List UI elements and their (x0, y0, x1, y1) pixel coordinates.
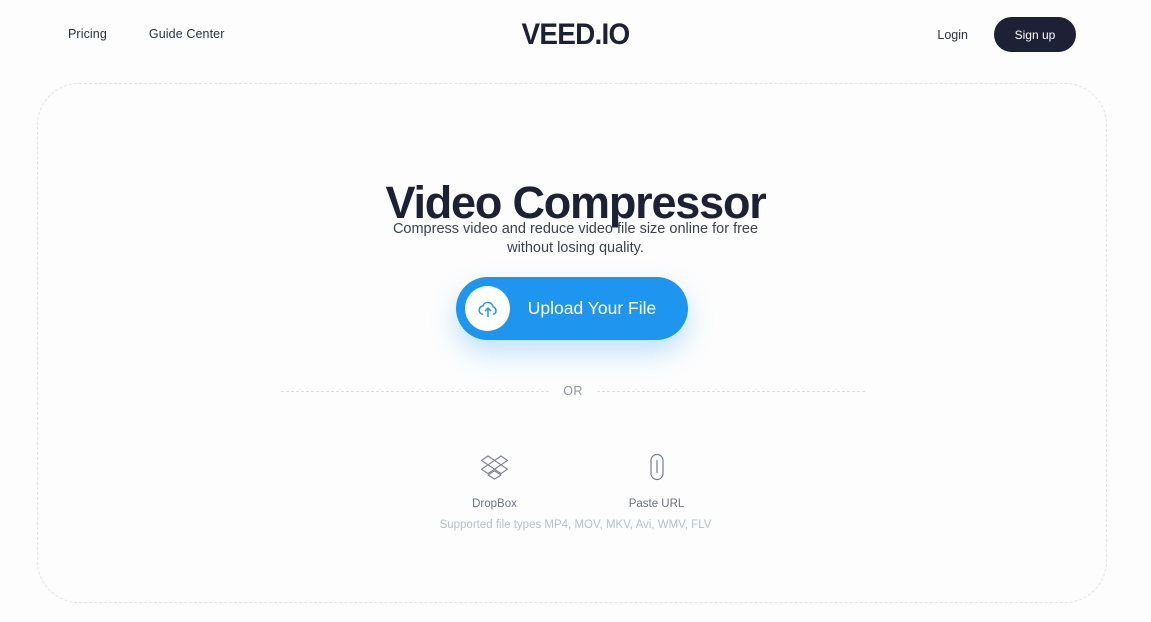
source-option-paste-url[interactable]: Paste URL (624, 450, 690, 510)
link-icon (647, 450, 667, 484)
divider-line-left (281, 390, 550, 392)
cloud-upload-icon (477, 301, 497, 317)
upload-button-label: Upload Your File (527, 298, 657, 318)
upload-icon-badge (465, 286, 510, 331)
upload-your-file-button[interactable]: Upload Your File (456, 277, 688, 340)
divider-line-right (596, 390, 865, 392)
source-option-label: DropBox (472, 498, 517, 510)
login-link[interactable]: Login (937, 28, 968, 42)
dropbox-icon (480, 450, 510, 484)
site-header: Pricing Guide Center VEED.IO Login Sign … (0, 0, 1151, 69)
divider-label: OR (563, 384, 583, 398)
alternate-source-options: DropBox Paste URL (0, 450, 1151, 510)
source-option-label: Paste URL (628, 498, 685, 510)
source-option-dropbox[interactable]: DropBox (462, 450, 528, 510)
signup-button[interactable]: Sign up (994, 17, 1076, 52)
supported-file-types: Supported file types MP4, MOV, MKV, Avi,… (439, 519, 712, 531)
account-actions: Login Sign up (937, 17, 1076, 52)
page-subtitle: Compress video and reduce video file siz… (392, 220, 759, 256)
or-divider: OR (281, 384, 865, 398)
